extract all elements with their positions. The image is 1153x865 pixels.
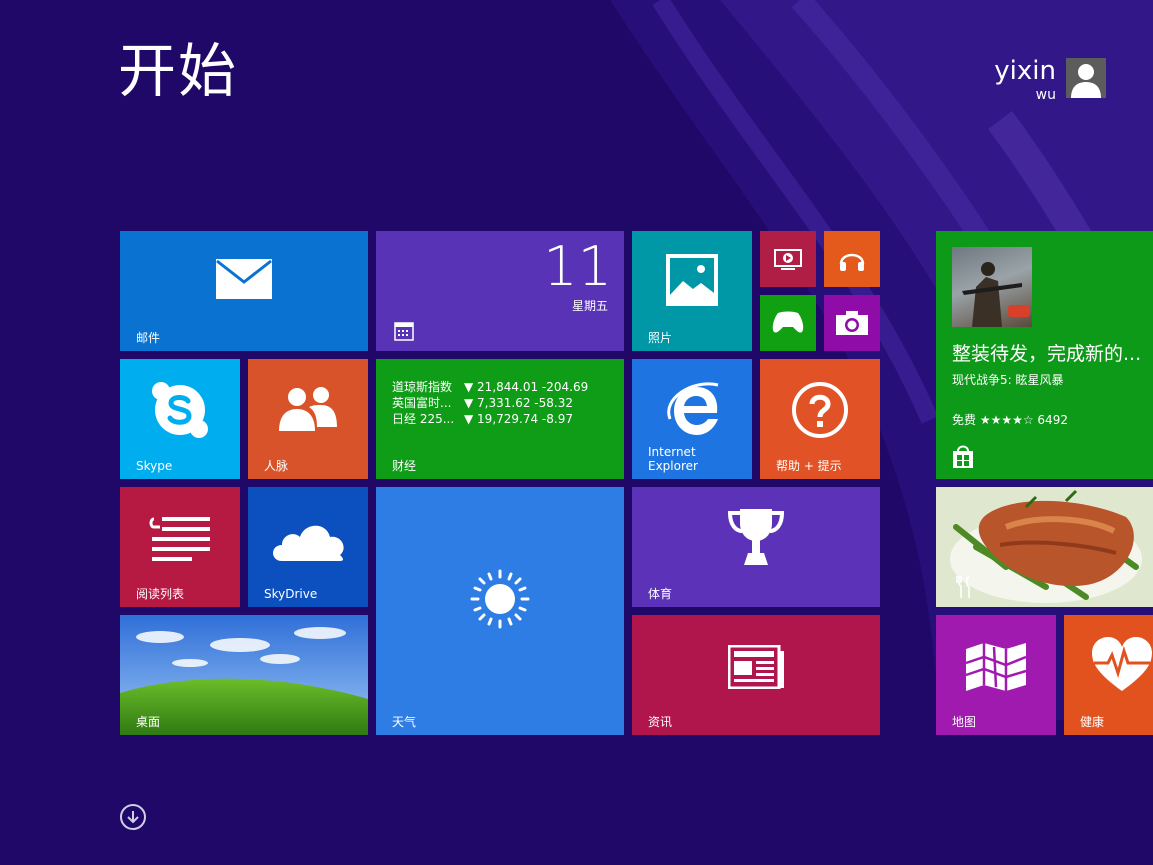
photos-icon [666, 254, 718, 306]
calendar-day: 11 [543, 235, 612, 298]
user-account[interactable]: yixin wu [994, 58, 1106, 104]
tile-label: 资讯 [648, 715, 673, 729]
tile-label: 人脉 [264, 459, 289, 473]
tile-store[interactable]: 整装待发，完成新的... 现代战争5: 眩星风暴 免费 ★★★★☆ 6492 [936, 231, 1153, 479]
tile-skype[interactable]: Skype [120, 359, 240, 479]
news-icon [728, 645, 784, 689]
tile-weather[interactable]: 天气 [376, 487, 624, 735]
headphones-icon [839, 253, 865, 271]
tile-label: 地图 [952, 715, 977, 729]
tile-label: 体育 [648, 587, 673, 601]
avatar [1066, 58, 1106, 98]
tile-news[interactable]: 资讯 [632, 615, 880, 735]
fork-knife-icon [956, 575, 970, 598]
camera-icon [836, 311, 868, 335]
tile-calendar[interactable]: 11 星期五 [376, 231, 624, 351]
index-value: ▼ 21,844.01 -204.69 [464, 380, 589, 394]
mail-icon [216, 259, 272, 299]
cloud-icon [273, 525, 344, 561]
tile-label: 桌面 [136, 715, 161, 729]
tile-music[interactable] [824, 231, 880, 287]
arrow-down-icon [127, 811, 139, 824]
tile-label: 帮助 + 提示 [776, 459, 842, 473]
map-icon [965, 643, 1027, 691]
index-name: 道琼斯指数 [392, 380, 453, 394]
index-name: 英国富时... [392, 396, 452, 410]
finance-row: 日经 225... ▼ 19,729.74 -8.97 [392, 411, 588, 427]
tile-skydrive[interactable]: SkyDrive [248, 487, 368, 607]
tile-sports[interactable]: 体育 [632, 487, 880, 607]
tile-reading-list[interactable]: 阅读列表 [120, 487, 240, 607]
start-title: 开始 [118, 37, 239, 105]
tile-camera[interactable] [824, 295, 880, 351]
trophy-icon [727, 509, 785, 565]
finance-indices: 道琼斯指数 ▼ 21,844.01 -204.69 英国富时... ▼ 7,33… [392, 379, 588, 427]
skype-icon [152, 382, 208, 438]
gamepad-icon [772, 311, 804, 333]
tile-label: 天气 [392, 715, 417, 729]
tile-maps[interactable]: 地图 [936, 615, 1056, 735]
tile-food-drink[interactable] [936, 487, 1153, 607]
tile-internet-explorer[interactable]: Internet Explorer [632, 359, 752, 479]
store-icon [953, 445, 973, 468]
store-app-thumbnail [952, 247, 1032, 327]
store-rating: 免费 ★★★★☆ 6492 [952, 413, 1068, 427]
tile-desktop[interactable]: 桌面 [120, 615, 368, 735]
tile-help-tips[interactable]: 帮助 + 提示 [760, 359, 880, 479]
user-last-name: wu [1035, 87, 1056, 103]
tile-label: 邮件 [136, 331, 161, 345]
tile-photos[interactable]: 照片 [632, 231, 752, 351]
tile-mail[interactable]: 邮件 [120, 231, 368, 351]
sun-icon [470, 569, 530, 629]
tile-label: Skype [136, 459, 173, 473]
tile-video[interactable] [760, 231, 816, 287]
tile-label: 阅读列表 [136, 587, 185, 601]
tile-label: Internet Explorer [648, 445, 698, 473]
people-icon [279, 387, 337, 431]
finance-row: 道琼斯指数 ▼ 21,844.01 -204.69 [392, 379, 588, 395]
tile-games[interactable] [760, 295, 816, 351]
tile-label: SkyDrive [264, 587, 318, 601]
internet-explorer-icon [667, 382, 719, 435]
tile-label: 健康 [1080, 715, 1105, 729]
all-apps-button[interactable] [120, 804, 146, 830]
tile-finance[interactable]: 道琼斯指数 ▼ 21,844.01 -204.69 英国富时... ▼ 7,33… [376, 359, 624, 479]
user-first-name: yixin [994, 56, 1056, 86]
tile-health[interactable]: 健康 [1064, 615, 1153, 735]
index-value: ▼ 19,729.74 -8.97 [464, 412, 573, 426]
video-icon [774, 249, 802, 270]
finance-row: 英国富时... ▼ 7,331.62 -58.32 [392, 395, 588, 411]
ie-label-line1: Internet [648, 445, 696, 459]
store-app-name: 现代战争5: 眩星风暴 [952, 373, 1064, 387]
tile-label: 照片 [648, 331, 673, 345]
store-title: 整装待发，完成新的... [952, 343, 1142, 365]
tile-people[interactable]: 人脉 [248, 359, 368, 479]
calendar-weekday: 星期五 [571, 299, 608, 313]
calendar-icon [394, 322, 414, 341]
reading-list-icon [149, 517, 210, 561]
heart-rate-icon [1092, 637, 1152, 691]
index-name: 日经 225... [392, 412, 455, 426]
tile-label: 财经 [392, 459, 417, 473]
help-icon [792, 382, 848, 438]
ie-label-line2: Explorer [648, 459, 698, 473]
index-value: ▼ 7,331.62 -58.32 [464, 396, 573, 410]
